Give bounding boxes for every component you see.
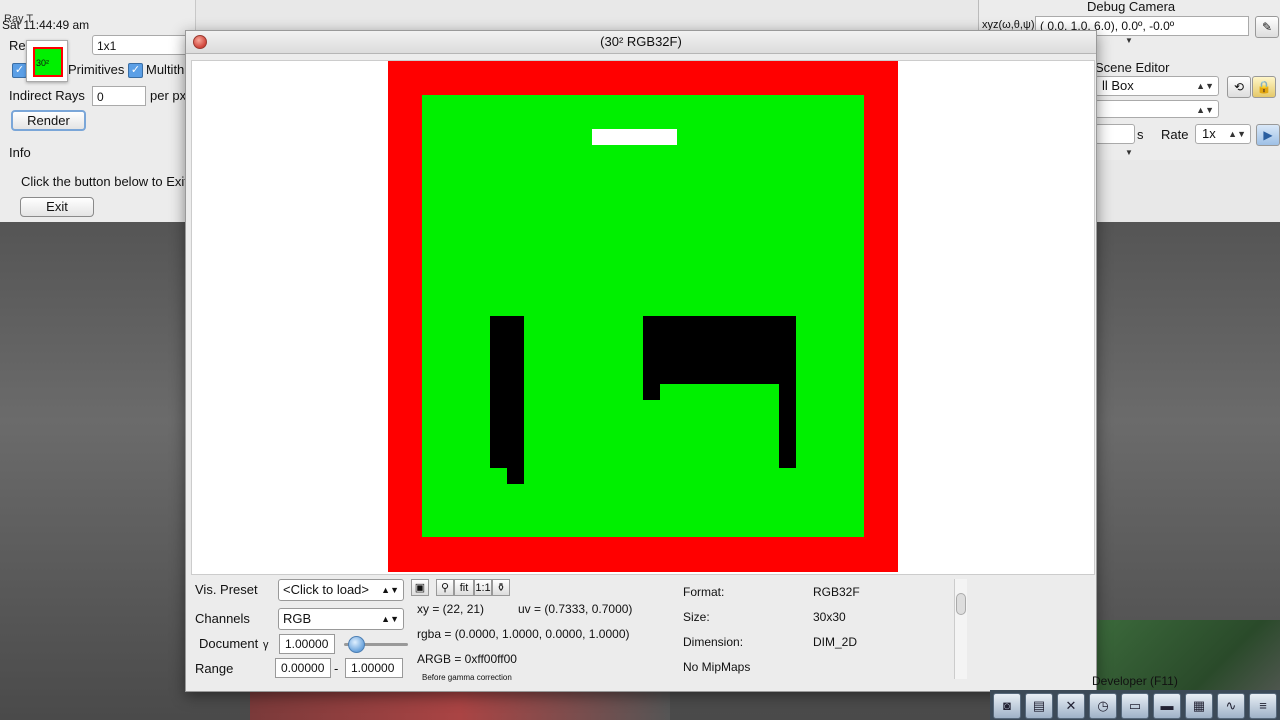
viewer-controls: Vis. Preset <Click to load> ▲▼ ▣ ⚲ fit 1… (186, 576, 1096, 691)
console-icon[interactable]: ▬ (1153, 693, 1181, 719)
resolution-label: Re (9, 38, 26, 53)
play-icon[interactable]: ▶ (1256, 124, 1280, 146)
clock: Sat 11:44:49 am (2, 18, 90, 32)
scene-dropdown[interactable]: ll Box ▲▼ (1095, 76, 1219, 96)
resolution-dropdown[interactable]: 1x1 (92, 35, 188, 55)
info-scrollbar[interactable] (954, 579, 967, 679)
image-white-light (592, 129, 677, 145)
info-text: Click the button below to Exit (21, 174, 188, 189)
clock-icon[interactable]: ◷ (1089, 693, 1117, 719)
expand-triangle-icon[interactable]: ▼ (1125, 36, 1133, 45)
vis-preset-label: Vis. Preset (195, 582, 258, 597)
indirect-rays-input[interactable]: 0 (92, 86, 146, 106)
rate-dropdown[interactable]: 1x ▲▼ (1195, 124, 1251, 144)
save-icon[interactable]: ▣ (411, 579, 429, 596)
channels-label: Channels (195, 611, 250, 626)
pixel-xy: xy = (22, 21) (417, 602, 485, 616)
per-px-label: per px (150, 88, 187, 103)
film-icon[interactable]: ▤ (1025, 693, 1053, 719)
window-title: (30² RGB32F) (600, 34, 682, 49)
pixel-rgba: rgba = (0.0000, 1.0000, 0.0000, 1.0000) (417, 627, 630, 641)
render-button[interactable]: Render (11, 110, 86, 131)
reload-icon[interactable]: ⟲ (1227, 76, 1251, 98)
actual-size-button[interactable]: 1:1 (474, 579, 492, 596)
close-icon[interactable] (193, 35, 207, 49)
scene-dropdown-value: ll Box (1102, 78, 1134, 93)
range-separator: - (334, 661, 339, 676)
dimension-label: Dimension: (683, 635, 744, 649)
image-shadow-right (643, 316, 796, 384)
entity-dropdown[interactable]: ▲▼ (1095, 100, 1219, 118)
range-min-input[interactable]: 0.00000 (275, 658, 331, 678)
ray-trace-panel: Ray T Sat 11:44:49 am Re 1x1 ✓ Primitive… (0, 0, 196, 222)
window-titlebar[interactable]: (30² RGB32F) (186, 31, 1096, 54)
pixel-argb: ARGB = 0xff00ff00 (417, 652, 517, 666)
dropdown-arrow-icon: ▲▼ (1196, 105, 1214, 115)
document-label: Document (199, 636, 259, 651)
format-label: Format: (683, 585, 725, 599)
dimension-value: DIM_2D (813, 635, 858, 649)
checkbox-icon[interactable]: ✓ (12, 63, 27, 78)
document-icon[interactable]: ≡ (1249, 693, 1277, 719)
exit-button[interactable]: Exit (20, 197, 94, 217)
image-viewer-window: (30² RGB32F) Vis. Preset <Click to load>… (185, 30, 1097, 692)
dropdown-arrow-icon: ▲▼ (381, 614, 399, 624)
gamma-slider-knob[interactable] (348, 636, 365, 653)
scene-graph-icon[interactable]: ▦ (1185, 693, 1213, 719)
time-unit: s (1137, 127, 1144, 142)
eyedropper-icon[interactable]: ⚲ (436, 579, 454, 596)
info-label: Info (9, 145, 31, 160)
format-value: RGB32F (813, 585, 860, 599)
image-canvas[interactable] (191, 60, 1095, 575)
note-icon[interactable]: ▭ (1121, 693, 1149, 719)
rate-value: 1x (1202, 126, 1216, 141)
fit-button[interactable]: fit (454, 579, 474, 596)
size-value: 30x30 (813, 610, 846, 624)
indirect-rays-label: Indirect Rays (9, 88, 85, 103)
developer-dock: ◙ ▤ ✕ ◷ ▭ ▬ ▦ ∿ ≡ (990, 690, 1280, 720)
range-max-input[interactable]: 1.00000 (345, 658, 403, 678)
time-field[interactable] (1095, 124, 1135, 144)
rendered-image[interactable] (388, 61, 898, 572)
pixel-uv: uv = (0.7333, 0.7000) (518, 602, 633, 616)
dropdown-arrow-icon: ▲▼ (1196, 81, 1214, 91)
mipmaps-text: No MipMaps (683, 660, 751, 674)
channels-dropdown[interactable]: RGB ▲▼ (278, 608, 404, 630)
dropdown-arrow-icon: ▲▼ (381, 585, 399, 595)
camera-icon[interactable]: ◙ (993, 693, 1021, 719)
edit-icon[interactable]: ✎ (1255, 16, 1279, 38)
expand-triangle-icon[interactable]: ▼ (1125, 148, 1133, 157)
gamma-symbol: γ (263, 639, 269, 651)
channels-value: RGB (283, 611, 312, 626)
image-shadow-left (490, 316, 524, 468)
tools-icon[interactable]: ✕ (1057, 693, 1085, 719)
gamma-note: Before gamma correction (422, 673, 512, 682)
range-label: Range (195, 661, 234, 676)
scrollbar-thumb[interactable] (956, 593, 966, 615)
pin-icon[interactable]: ⚱ (492, 579, 510, 596)
primitives-label: Primitives (68, 62, 125, 77)
dropdown-arrow-icon: ▲▼ (1228, 129, 1246, 139)
lock-icon[interactable]: 🔒 (1252, 76, 1276, 98)
rate-label: Rate (1161, 127, 1189, 142)
image-shadow-left-foot (507, 466, 524, 484)
developer-label: Developer (F11) (1092, 674, 1178, 688)
multithread-label: Multith (146, 62, 185, 77)
multithread-checkbox[interactable]: ✓ (128, 63, 143, 78)
vis-preset-value: <Click to load> (283, 582, 369, 597)
image-shadow-right-leg1 (643, 381, 660, 400)
image-thumbnail[interactable]: 30² (26, 40, 68, 82)
scene-editor-title: Scene Editor (1095, 60, 1170, 75)
gamma-input[interactable]: 1.00000 (279, 634, 335, 654)
camera-title: Debug Camera (1087, 0, 1176, 14)
profiler-icon[interactable]: ∿ (1217, 693, 1245, 719)
thumbnail-label: 30² (36, 58, 50, 68)
image-shadow-right-leg2 (779, 381, 796, 468)
vis-preset-dropdown[interactable]: <Click to load> ▲▼ (278, 579, 404, 601)
size-label: Size: (683, 610, 710, 624)
